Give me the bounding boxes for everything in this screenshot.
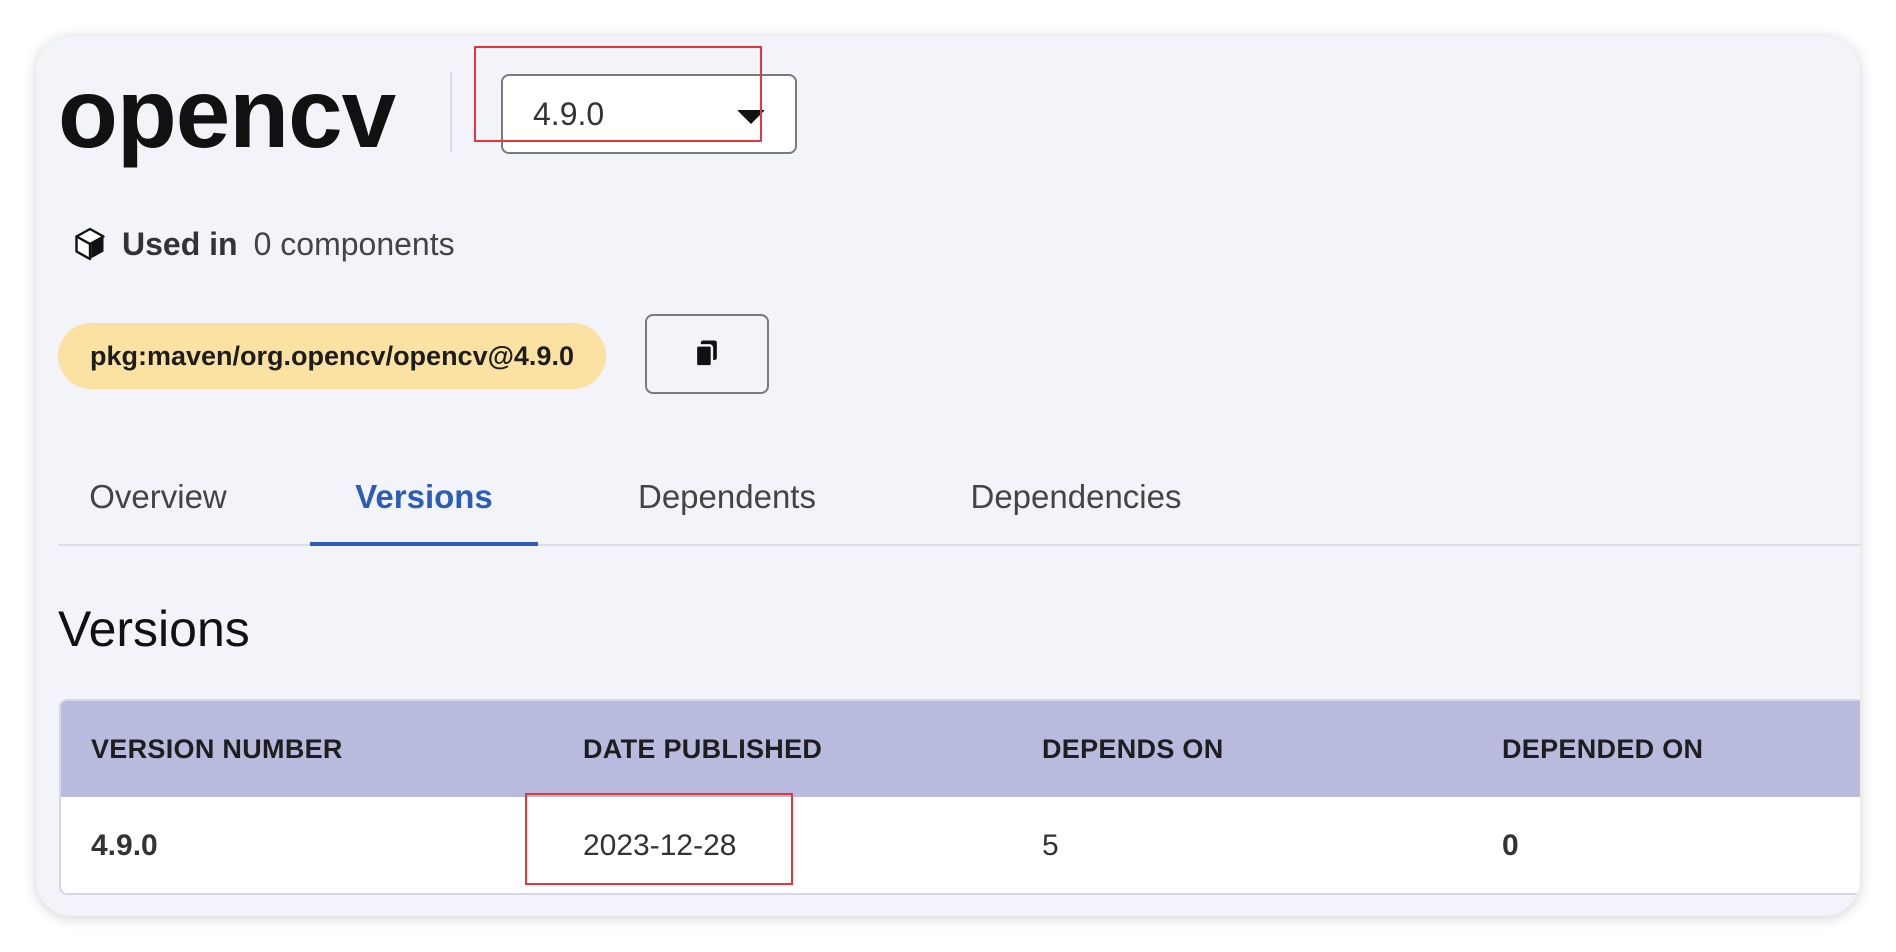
title-divider: [450, 72, 452, 152]
column-header-version[interactable]: VERSION NUMBER: [91, 701, 343, 797]
caret-down-icon: [737, 110, 765, 124]
tab-label: Overview: [89, 478, 227, 515]
tab-versions[interactable]: Versions: [310, 466, 538, 546]
package-name: opencv: [58, 58, 396, 168]
tab-dependencies[interactable]: Dependencies: [946, 466, 1206, 546]
tab-dependents[interactable]: Dependents: [618, 466, 836, 546]
used-in-label: Used in: [122, 225, 238, 262]
tab-label: Dependencies: [970, 478, 1182, 515]
section-title: Versions: [58, 601, 250, 657]
table-header-row: VERSION NUMBER DATE PUBLISHED DEPENDS ON…: [61, 701, 1860, 797]
column-header-depends-on[interactable]: DEPENDS ON: [1042, 701, 1224, 797]
tab-label: Dependents: [638, 478, 816, 515]
cell-date: 2023-12-28: [583, 829, 737, 862]
versions-table: VERSION NUMBER DATE PUBLISHED DEPENDS ON…: [59, 699, 1860, 895]
package-card: opencv 4.9.0 Used in 0 components pkg:ma…: [36, 36, 1860, 916]
copy-purl-button[interactable]: [645, 314, 769, 394]
cell-depends-on: 5: [1042, 829, 1059, 862]
cell-version[interactable]: 4.9.0: [91, 797, 158, 893]
column-header-date[interactable]: DATE PUBLISHED: [583, 701, 822, 797]
copy-icon: [694, 340, 717, 368]
version-dropdown-value: 4.9.0: [533, 95, 605, 132]
tab-overview[interactable]: Overview: [58, 466, 258, 546]
cell-depended-on: 0: [1502, 829, 1519, 862]
cube-icon: [75, 227, 105, 261]
column-header-depended-on[interactable]: DEPENDED ON: [1502, 701, 1703, 797]
used-in-value: 0 components: [253, 225, 455, 262]
tab-bar: Overview Versions Dependents Dependencie…: [58, 466, 1860, 546]
tab-label: Versions: [355, 478, 493, 515]
purl-badge: pkg:maven/org.opencv/opencv@4.9.0: [58, 323, 606, 389]
used-in-summary: Used in 0 components: [72, 222, 455, 266]
version-dropdown[interactable]: 4.9.0: [501, 74, 797, 154]
table-row[interactable]: 4.9.0 2023-12-28 5 0: [61, 797, 1860, 893]
